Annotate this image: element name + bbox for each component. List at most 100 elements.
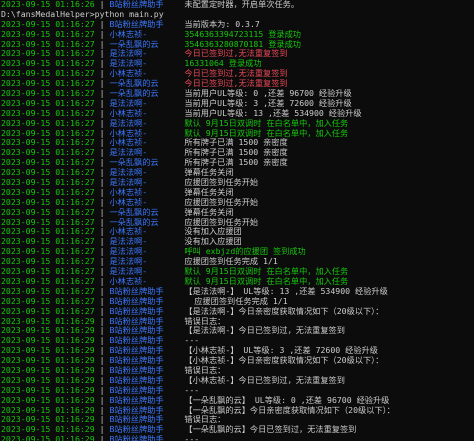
separator: | bbox=[94, 0, 110, 9]
log-sender: B站粉丝牌助手 bbox=[109, 19, 164, 29]
log-message: --- bbox=[184, 336, 200, 346]
log-line: 2023-09-15 01:16:27 | 小林志祯- 当前用户UL等级: 13… bbox=[1, 109, 474, 119]
separator: | bbox=[94, 227, 110, 237]
log-timestamp: 2023-09-15 01:16:29 bbox=[1, 385, 95, 395]
log-timestamp: 2023-09-15 01:16:27 bbox=[1, 59, 95, 69]
separator: | bbox=[94, 168, 110, 178]
log-sender: 是法法啊- bbox=[109, 168, 148, 178]
log-timestamp: 2023-09-15 01:16:29 bbox=[1, 356, 95, 366]
log-message: 所有牌子已满 1500 亲密度 bbox=[184, 138, 288, 148]
log-line: 2023-09-15 01:16:27 | 小林志祯- 默认 9月15日双调时 … bbox=[1, 129, 474, 139]
separator: | bbox=[94, 118, 110, 128]
separator: | bbox=[94, 276, 110, 286]
log-message: 应援团签到任务开始 bbox=[184, 197, 259, 207]
log-sender: B站粉丝牌助手 bbox=[109, 286, 164, 296]
log-timestamp: 2023-09-15 01:16:27 bbox=[1, 79, 95, 89]
separator: | bbox=[94, 178, 110, 188]
log-timestamp: 2023-09-15 01:16:27 bbox=[1, 138, 95, 148]
log-line: 2023-09-15 01:16:29 | B站粉丝牌助手 --- bbox=[1, 435, 474, 441]
log-message: 【是法法啊-】 UL等级: 13 ,还差 534900 经验升级 bbox=[184, 286, 388, 296]
log-message: 应援团签到任务开始 bbox=[184, 178, 259, 188]
separator: | bbox=[94, 296, 110, 306]
log-message: 应援团签到任务完成 1/1 bbox=[184, 257, 278, 267]
separator: | bbox=[94, 79, 110, 89]
log-message: 默认 9月15日双调时 在白名单中，加入任务 bbox=[184, 118, 349, 128]
log-message: 当前用户UL等级: 13 ,还差 534900 经验升级 bbox=[184, 108, 362, 118]
log-line: 2023-09-15 01:16:27 | 小林志祯- 弹幕任务关闭 bbox=[1, 188, 474, 198]
log-sender: 是法法啊- bbox=[109, 257, 148, 267]
log-timestamp: 2023-09-15 01:16:27 bbox=[1, 108, 95, 118]
log-timestamp: 2023-09-15 01:16:27 bbox=[1, 237, 95, 247]
separator: | bbox=[94, 385, 110, 395]
separator: | bbox=[94, 19, 110, 29]
separator: | bbox=[94, 365, 110, 375]
separator: | bbox=[94, 148, 110, 158]
log-message: 默认 9月15日双调时 在白名单中，加入任务 bbox=[184, 267, 349, 277]
log-message: 3546363394723115 登录成功 bbox=[184, 29, 301, 39]
log-line: 2023-09-15 01:16:29 | B站粉丝牌助手 【是法法啊-】今日已… bbox=[1, 326, 474, 336]
log-timestamp: 2023-09-15 01:16:27 bbox=[1, 276, 95, 286]
separator: | bbox=[94, 326, 110, 336]
separator: | bbox=[94, 257, 110, 267]
log-sender: 一朵乱飘的云 bbox=[109, 89, 159, 99]
log-message: 所有牌子已满 1500 亲密度 bbox=[184, 148, 288, 158]
log-timestamp: 2023-09-15 01:16:29 bbox=[1, 395, 95, 405]
log-line: 2023-09-15 01:16:27 | 一朵乱飘的云 弹幕任务关闭 bbox=[1, 208, 474, 218]
log-line: 2023-09-15 01:16:27 | 一朵乱飘的云 今日已签到过,无法重复… bbox=[1, 79, 474, 89]
log-message: 今日已签到过,无法重复签到 bbox=[184, 49, 288, 59]
log-sender: B站粉丝牌助手 bbox=[109, 415, 164, 425]
log-timestamp: 2023-09-15 01:16:27 bbox=[1, 98, 95, 108]
log-line: 2023-09-15 01:16:27 | 是法法啊- 没有加入应援团 bbox=[1, 237, 474, 247]
log-timestamp: 2023-09-15 01:16:27 bbox=[1, 118, 95, 128]
log-sender: 是法法啊- bbox=[109, 247, 148, 257]
log-sender: 一朵乱飘的云 bbox=[109, 79, 159, 89]
log-message: 没有加入应援团 bbox=[184, 237, 242, 247]
log-message: 【是法法啊-】今日亲密度获取情况如下（20级以下）： bbox=[184, 306, 384, 316]
log-message: 应援团签到任务开始 bbox=[184, 217, 259, 227]
log-line: 2023-09-15 01:16:27 | 小林志祯- 没有加入应援团 bbox=[1, 227, 474, 237]
log-message: --- bbox=[184, 435, 200, 441]
log-line: 2023-09-15 01:16:27 | 一朵乱飘的云 应援团签到任务开始 bbox=[1, 218, 474, 228]
log-line: 2023-09-15 01:16:27 | 小林志祯- 所有牌子已满 1500 … bbox=[1, 138, 474, 148]
log-timestamp: 2023-09-15 01:16:29 bbox=[1, 415, 95, 425]
log-timestamp: 2023-09-15 01:16:29 bbox=[1, 375, 95, 385]
log-line: 2023-09-15 01:16:27 | 一朵乱飘的云 35463632808… bbox=[1, 40, 474, 50]
log-line: 2023-09-15 01:16:27 | B站粉丝牌助手 应援团签到任务完成 … bbox=[1, 297, 474, 307]
log-timestamp: 2023-09-15 01:16:27 bbox=[1, 296, 95, 306]
log-timestamp: 2023-09-15 01:16:29 bbox=[1, 336, 95, 346]
separator: | bbox=[94, 89, 110, 99]
log-message: 没有加入应援团 bbox=[184, 227, 242, 237]
log-sender: B站粉丝牌助手 bbox=[109, 385, 164, 395]
log-line: 2023-09-15 01:16:29 | B站粉丝牌助手 --- bbox=[1, 336, 474, 346]
separator: | bbox=[94, 425, 110, 435]
log-message: 当前版本为: 0.3.7 bbox=[184, 19, 260, 29]
log-line: 2023-09-15 01:16:27 | 是法法啊- 今日已签到过,无法重复签… bbox=[1, 49, 474, 59]
log-message: 弹幕任务关闭 bbox=[184, 187, 234, 197]
log-timestamp: 2023-09-15 01:16:27 bbox=[1, 247, 95, 257]
log-sender: 小林志祯- bbox=[109, 227, 148, 237]
log-message: 【小林志祯-】今日亲密度获取情况如下（20级以下）： bbox=[184, 356, 384, 366]
log-sender: 是法法啊- bbox=[109, 59, 148, 69]
log-sender: B站粉丝牌助手 bbox=[109, 316, 164, 326]
log-line: 2023-09-15 01:16:27 | 是法法啊- 呼叫 exbjzd的应援… bbox=[1, 247, 474, 257]
log-message: 当前用户UL等级: 0 ,还差 96700 经验升级 bbox=[184, 89, 352, 99]
log-message: 3546363280870181 登录成功 bbox=[184, 39, 301, 49]
separator: | bbox=[94, 197, 110, 207]
log-message: 【是法法啊-】今日已签到过，无法重复签到 bbox=[184, 326, 345, 336]
log-line: 2023-09-15 01:16:27 | 是法法啊- 应援团签到任务完成 1/… bbox=[1, 257, 474, 267]
log-sender: B站粉丝牌助手 bbox=[109, 346, 164, 356]
log-timestamp: 2023-09-15 01:16:27 bbox=[1, 257, 95, 267]
log-sender: B站粉丝牌助手 bbox=[109, 395, 164, 405]
log-timestamp: 2023-09-15 01:16:27 bbox=[1, 19, 95, 29]
log-line: 2023-09-15 01:16:27 | B站粉丝牌助手 当前版本为: 0.3… bbox=[1, 20, 474, 30]
separator: | bbox=[94, 415, 110, 425]
log-line: 2023-09-15 01:16:29 | B站粉丝牌助手 错误日志： bbox=[1, 317, 474, 327]
log-message: 错误日志： bbox=[184, 365, 226, 375]
log-sender: B站粉丝牌助手 bbox=[109, 0, 164, 9]
log-line: 2023-09-15 01:16:29 | B站粉丝牌助手 【一朵乱飘的云】今日… bbox=[1, 406, 474, 416]
log-message: 应援团签到任务完成 1/1 bbox=[184, 296, 288, 306]
log-sender: 一朵乱飘的云 bbox=[109, 39, 159, 49]
log-sender: B站粉丝牌助手 bbox=[109, 296, 164, 306]
log-message: 错误日志： bbox=[184, 316, 226, 326]
log-timestamp: 2023-09-15 01:16:27 bbox=[1, 39, 95, 49]
